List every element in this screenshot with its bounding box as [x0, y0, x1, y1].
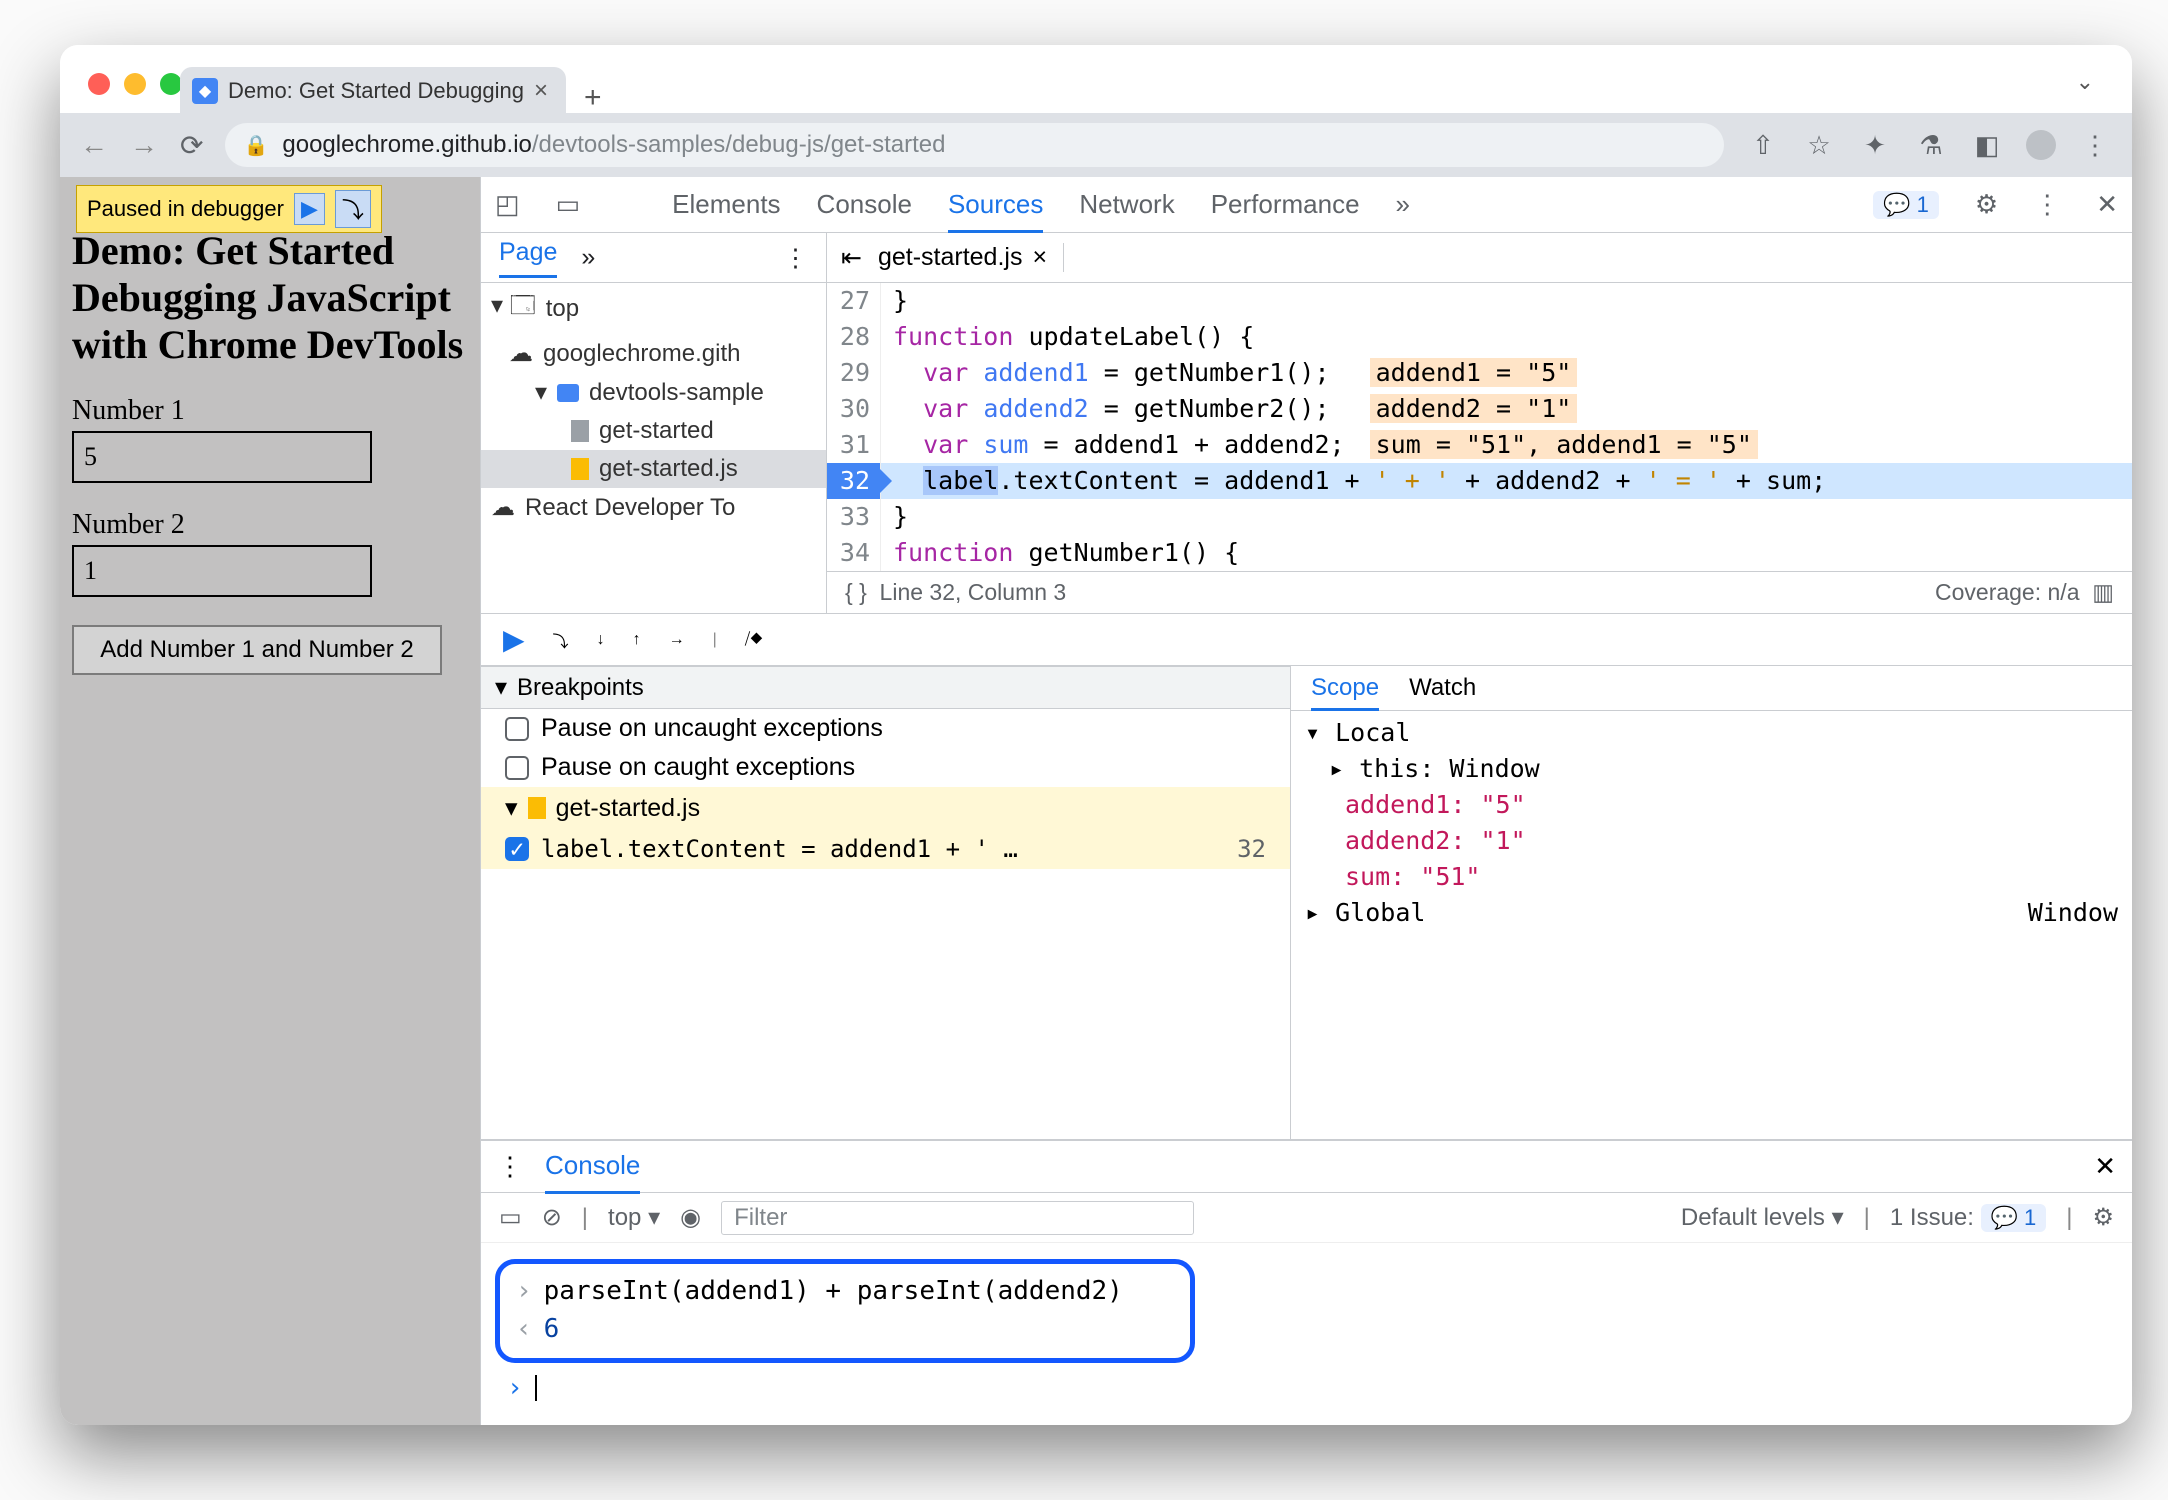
scope-tab[interactable]: Scope	[1311, 674, 1379, 711]
label-number2: Number 2	[72, 509, 468, 541]
reload-button[interactable]: ⟳	[180, 129, 203, 162]
devtools-close-icon[interactable]: ✕	[2096, 189, 2118, 220]
label-number1: Number 1	[72, 395, 468, 427]
file-tab[interactable]: get-started.js ×	[878, 243, 1064, 272]
console-prompt[interactable]: ›	[481, 1369, 2132, 1407]
code-editor[interactable]: 27} 28function updateLabel() { 29 var ad…	[827, 283, 2132, 571]
step-into-icon[interactable]: ↓	[597, 631, 605, 649]
nav-page[interactable]: Page	[499, 238, 557, 278]
traffic-min[interactable]	[124, 73, 146, 95]
drawer-menu-icon[interactable]: ⋮	[497, 1151, 523, 1182]
nav-file-html[interactable]: get-started	[481, 412, 826, 450]
scope-local[interactable]: ▾ Local	[1305, 715, 2118, 751]
deactivate-bp-icon[interactable]: ⧸◆	[745, 631, 763, 649]
console-expression: parseInt(addend1) + parseInt(addend2)	[544, 1272, 1123, 1310]
drawer-console-tab[interactable]: Console	[545, 1140, 640, 1194]
lock-icon: 🔒	[243, 133, 268, 158]
profile-icon[interactable]	[2026, 130, 2056, 160]
console-result: 6	[544, 1310, 560, 1348]
page-title: Demo: Get Started Debugging JavaScript w…	[72, 227, 468, 369]
toggle-navigator-icon[interactable]: ⇤	[841, 243, 862, 273]
bp-file[interactable]: ▾ get-started.js	[481, 787, 1290, 829]
clear-console-icon[interactable]: ⊘	[542, 1203, 562, 1232]
bookmark-icon[interactable]: ☆	[1802, 130, 1836, 161]
cursor-position: Line 32, Column 3	[880, 579, 1067, 605]
console-settings-icon[interactable]: ⚙	[2093, 1203, 2115, 1232]
number1-input[interactable]	[72, 431, 372, 483]
pause-uncaught[interactable]: Pause on uncaught exceptions	[481, 709, 1290, 748]
tab-network[interactable]: Network	[1079, 189, 1174, 220]
traffic-max[interactable]	[160, 73, 182, 95]
scope-global[interactable]: ▸ GlobalWindow	[1305, 895, 2118, 931]
step-icon[interactable]: →	[669, 631, 685, 649]
console-sidebar-icon[interactable]: ▭	[499, 1203, 522, 1232]
browser-tab[interactable]: ◆ Demo: Get Started Debugging ×	[180, 67, 566, 115]
nav-file-js[interactable]: get-started.js	[481, 450, 826, 488]
issues-link[interactable]: 1 Issue: 💬 1	[1890, 1204, 2046, 1232]
tabs-overflow[interactable]: »	[1396, 189, 1410, 220]
step-over-mini-icon[interactable]: ⤵	[342, 193, 364, 225]
bp-line[interactable]: ✓label.textContent = addend1 + ' …32	[481, 829, 1290, 869]
tab-performance[interactable]: Performance	[1211, 189, 1360, 220]
labs-icon[interactable]: ⚗	[1914, 130, 1948, 161]
nav-top[interactable]: ▾ 🗔 top	[481, 283, 826, 334]
add-button[interactable]: Add Number 1 and Number 2	[72, 625, 442, 675]
chrome-menu-icon[interactable]: ⋮	[2078, 130, 2112, 161]
tab-close-icon[interactable]: ×	[534, 77, 548, 105]
issues-chip[interactable]: 💬 1	[1873, 191, 1939, 219]
traffic-close[interactable]	[88, 73, 110, 95]
number2-input[interactable]	[72, 545, 372, 597]
file-tab-close-icon[interactable]: ×	[1032, 243, 1047, 272]
inspect-icon[interactable]: ◰	[495, 189, 520, 220]
device-icon[interactable]: ▭	[556, 189, 581, 220]
watch-tab[interactable]: Watch	[1409, 674, 1476, 702]
nav-host[interactable]: ☁googlechrome.gith	[481, 334, 826, 373]
resume-button[interactable]: ▶	[503, 623, 525, 656]
console-filter[interactable]: Filter	[721, 1201, 1194, 1235]
devtools-menu-icon[interactable]: ⋮	[2034, 189, 2060, 220]
favicon-icon: ◆	[192, 78, 218, 104]
highlighted-console: ›parseInt(addend1) + parseInt(addend2) ‹…	[495, 1259, 1195, 1363]
drawer-close-icon[interactable]: ✕	[2094, 1151, 2116, 1182]
tab-sources[interactable]: Sources	[948, 189, 1043, 233]
coverage-status: Coverage: n/a	[1935, 579, 2079, 605]
tab-console[interactable]: Console	[817, 189, 912, 220]
step-over-icon[interactable]: ⤵	[553, 628, 569, 652]
log-levels[interactable]: Default levels ▾	[1681, 1203, 1844, 1232]
pause-caught[interactable]: Pause on caught exceptions	[481, 748, 1290, 787]
tab-title: Demo: Get Started Debugging	[228, 78, 524, 104]
back-button[interactable]: ←	[80, 129, 108, 161]
sidepanel-icon[interactable]: ◧	[1970, 130, 2004, 161]
step-out-icon[interactable]: ↑	[633, 631, 641, 649]
share-icon[interactable]: ⇧	[1746, 130, 1780, 161]
omnibox[interactable]: 🔒 googlechrome.github.io/devtools-sample…	[225, 123, 1724, 167]
nav-menu-icon[interactable]: ⋮	[783, 243, 808, 273]
resume-icon[interactable]: ▶	[301, 196, 318, 222]
new-tab-button[interactable]: +	[584, 81, 602, 115]
tab-elements[interactable]: Elements	[672, 189, 780, 220]
context-selector[interactable]: top ▾	[608, 1203, 660, 1232]
live-expr-icon[interactable]: ◉	[680, 1203, 701, 1232]
paused-badge: Paused in debugger ▶ ⤵	[76, 185, 382, 233]
extensions-icon[interactable]: ✦	[1858, 130, 1892, 161]
tabs-menu-icon[interactable]: ⌄	[2076, 69, 2094, 95]
forward-button[interactable]: →	[130, 129, 158, 161]
nav-react-ext[interactable]: ☁React Developer To	[481, 488, 826, 527]
settings-icon[interactable]: ⚙	[1975, 189, 1998, 220]
nav-overflow[interactable]: »	[581, 243, 595, 272]
breakpoints-header[interactable]: ▾ Breakpoints	[481, 666, 1290, 709]
nav-folder[interactable]: ▾ devtools-sample	[481, 373, 826, 412]
